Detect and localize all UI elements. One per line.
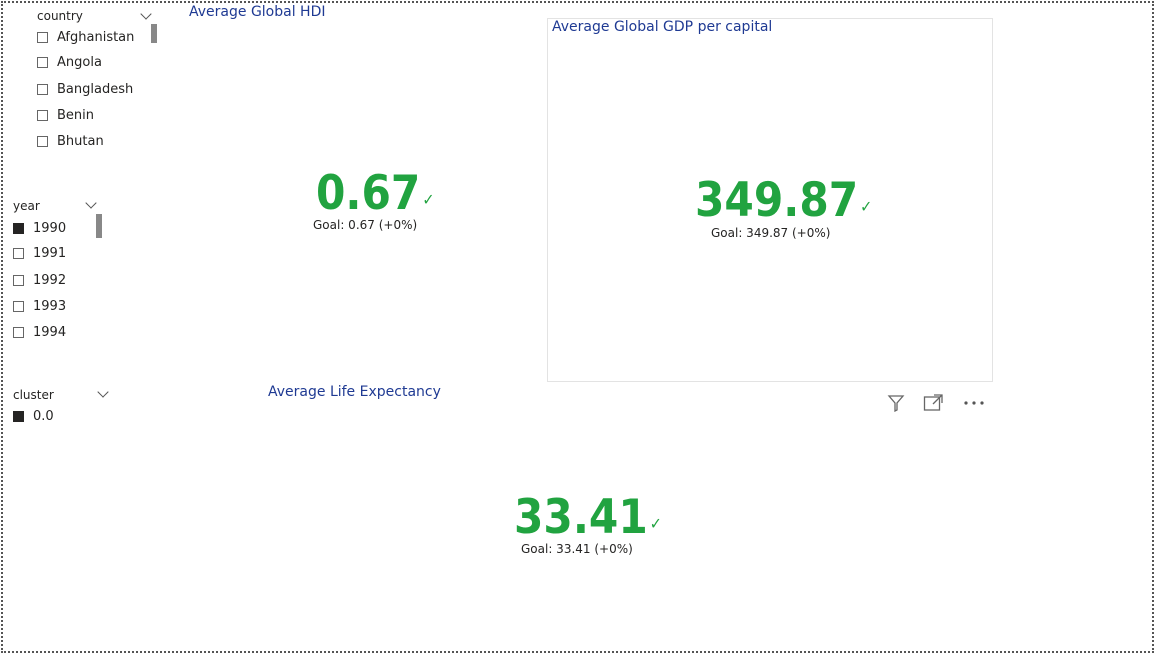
- goal-label-gdp: Goal: 349.87 (+0%): [711, 226, 831, 240]
- slicer-title: cluster: [13, 388, 54, 402]
- chevron-down-icon[interactable]: [85, 197, 97, 209]
- list-item-label: Benin: [57, 108, 95, 123]
- cluster-slicer: cluster 0.0: [6, 385, 116, 430]
- filter-icon-svg: [887, 395, 905, 412]
- list-item-label: 1994: [33, 325, 67, 340]
- list-item[interactable]: Bhutan: [37, 134, 104, 149]
- checkbox[interactable]: [13, 248, 24, 259]
- list-item-label: 0.0: [33, 409, 54, 424]
- list-item[interactable]: Afghanistan: [37, 30, 134, 45]
- more-options-icon[interactable]: [962, 391, 986, 415]
- year-slicer: year 1990 1991 1992 1993 1994: [6, 196, 106, 346]
- list-item[interactable]: 1991: [13, 246, 66, 261]
- kpi-value: 349.87: [695, 173, 859, 228]
- list-item[interactable]: Benin: [37, 108, 94, 123]
- list-item-label: Afghanistan: [57, 30, 135, 45]
- scrollbar[interactable]: [151, 24, 157, 43]
- filter-icon[interactable]: [884, 391, 908, 415]
- check-icon: ✓: [860, 197, 873, 216]
- list-item-label: Bangladesh: [57, 82, 134, 97]
- list-item[interactable]: 1994: [13, 325, 66, 340]
- kpi-value: 0.67: [316, 166, 421, 221]
- goal-label-hdi: Goal: 0.67 (+0%): [313, 218, 418, 232]
- card-title-hdi: Average Global HDI: [189, 4, 326, 20]
- checkbox[interactable]: [37, 136, 48, 147]
- checkbox[interactable]: [37, 57, 48, 68]
- list-item-label: 1990: [33, 221, 67, 236]
- checkbox[interactable]: [37, 32, 48, 43]
- kpi-value-gdp: 349.87 ✓: [695, 175, 872, 233]
- checkbox[interactable]: [13, 301, 24, 312]
- chevron-down-icon[interactable]: [97, 386, 109, 398]
- card-title-life-expectancy: Average Life Expectancy: [268, 384, 441, 400]
- check-icon: ✓: [422, 190, 435, 209]
- list-item[interactable]: 1993: [13, 299, 66, 314]
- checkbox-checked[interactable]: [13, 223, 24, 234]
- country-slicer: country Afghanistan Angola Bangladesh Be…: [30, 6, 160, 156]
- slicer-title: year: [13, 199, 40, 213]
- focus-mode-icon-svg: [923, 394, 943, 411]
- list-item[interactable]: 1992: [13, 273, 66, 288]
- list-item-label: 1991: [33, 246, 67, 261]
- focus-mode-icon[interactable]: [921, 391, 945, 415]
- list-item[interactable]: Bangladesh: [37, 82, 133, 97]
- scrollbar[interactable]: [96, 214, 102, 238]
- card-title-gdp: Average Global GDP per capital: [552, 19, 773, 35]
- check-icon: ✓: [649, 514, 662, 533]
- goal-label-life-expectancy: Goal: 33.41 (+0%): [521, 542, 633, 556]
- list-item-label: Angola: [57, 55, 102, 70]
- checkbox[interactable]: [37, 110, 48, 121]
- checkbox[interactable]: [37, 84, 48, 95]
- list-item[interactable]: Angola: [37, 55, 102, 70]
- checkbox[interactable]: [13, 275, 24, 286]
- kpi-value: 33.41: [514, 490, 648, 545]
- chevron-down-icon[interactable]: [140, 8, 152, 20]
- checkbox-checked[interactable]: [13, 411, 24, 422]
- more-options-icon-svg: [964, 401, 984, 405]
- slicer-title: country: [37, 9, 83, 23]
- list-item-label: 1993: [33, 299, 67, 314]
- list-item-label: Bhutan: [57, 134, 104, 149]
- checkbox[interactable]: [13, 327, 24, 338]
- list-item-label: 1992: [33, 273, 67, 288]
- list-item[interactable]: 1990: [13, 221, 66, 236]
- list-item[interactable]: 0.0: [13, 409, 54, 424]
